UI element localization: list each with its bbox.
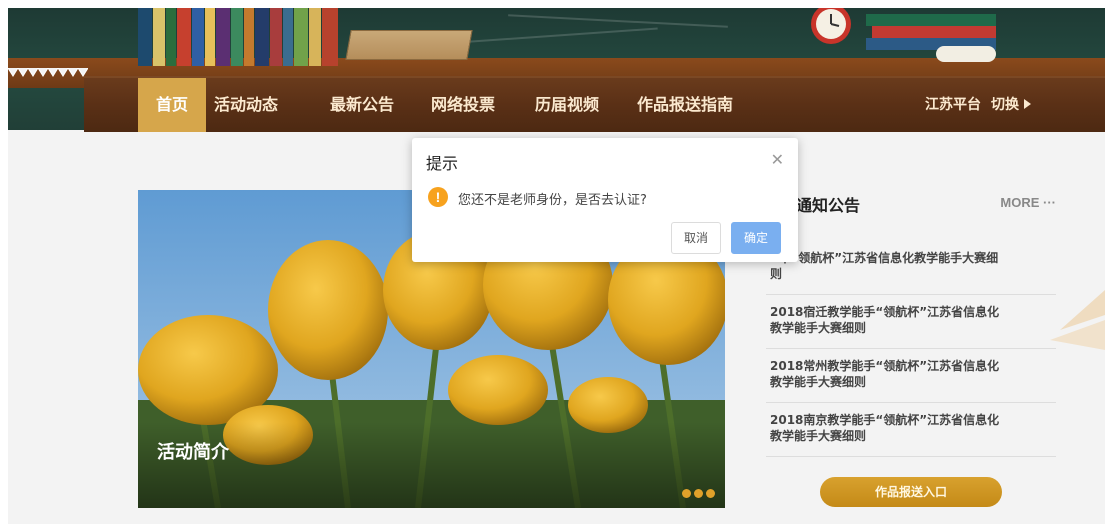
- submission-entry-button[interactable]: 作品报送入口: [820, 477, 1002, 507]
- carousel-dots: [682, 489, 715, 498]
- more-link[interactable]: MORE ···: [1000, 195, 1056, 210]
- nav-item-submission-guide[interactable]: 作品报送指南: [637, 78, 733, 132]
- chalk-line: [508, 14, 728, 28]
- top-frame: [0, 0, 1105, 8]
- switch-label[interactable]: 切换: [991, 97, 1019, 113]
- close-icon[interactable]: ✕: [771, 150, 784, 169]
- dialog-title: 提示: [426, 154, 459, 173]
- caption-overlay: [138, 422, 725, 508]
- cancel-button[interactable]: 取消: [671, 222, 722, 254]
- nav-item-latest-announcements[interactable]: 最新公告: [330, 78, 394, 132]
- hero-caption[interactable]: 活动简介: [157, 438, 229, 464]
- ruler-illustration: [345, 30, 473, 60]
- dialog-message: 您还不是老师身份，是否去认证?: [458, 193, 647, 208]
- nav-item-online-voting[interactable]: 网络投票: [431, 78, 495, 132]
- carousel-dot[interactable]: [694, 489, 703, 498]
- divider: [766, 402, 1056, 403]
- nav-item-past-videos[interactable]: 历届视频: [535, 78, 599, 132]
- nav-item-activity-news[interactable]: 活动动态: [214, 78, 278, 132]
- divider: [766, 294, 1056, 295]
- warning-icon: !: [428, 187, 448, 207]
- notice-item[interactable]: 3年“领航杯”江苏省信息化教学能手大赛细则: [770, 250, 1006, 282]
- left-frame: [0, 0, 8, 524]
- platform-switch[interactable]: 江苏平台 切换: [925, 78, 1031, 132]
- platform-label: 江苏平台: [925, 97, 981, 113]
- books-illustration: [138, 8, 338, 66]
- carousel-dot[interactable]: [682, 489, 691, 498]
- confirm-button[interactable]: 确定: [731, 222, 782, 254]
- play-arrow-icon: [1024, 99, 1031, 109]
- notice-title: 通知公告: [796, 196, 861, 215]
- notice-item[interactable]: 2018宿迁教学能手“领航杯”江苏省信息化教学能手大赛细则: [770, 304, 1006, 336]
- carousel-dot[interactable]: [706, 489, 715, 498]
- main-nav: 首页 活动动态 最新公告 网络投票 历届视频 作品报送指南 江苏平台 切换: [84, 76, 1105, 132]
- notice-panel: 通知公告 MORE ··· 3年“领航杯”江苏省信息化教学能手大赛细则 2018…: [766, 182, 1056, 512]
- divider: [766, 456, 1056, 457]
- confirm-dialog: 提示 ✕ ! 您还不是老师身份，是否去认证? 取消 确定: [412, 138, 798, 262]
- notice-item[interactable]: 2018南京教学能手“领航杯”江苏省信息化教学能手大赛细则: [770, 412, 1006, 444]
- clock-icon: [811, 8, 851, 44]
- notice-item[interactable]: 2018常州教学能手“领航杯”江苏省信息化教学能手大赛细则: [770, 358, 1006, 390]
- book-stack-illustration: [866, 14, 996, 62]
- zigzag-trim: [8, 68, 88, 77]
- nav-item-home[interactable]: 首页: [138, 78, 207, 132]
- divider: [766, 348, 1056, 349]
